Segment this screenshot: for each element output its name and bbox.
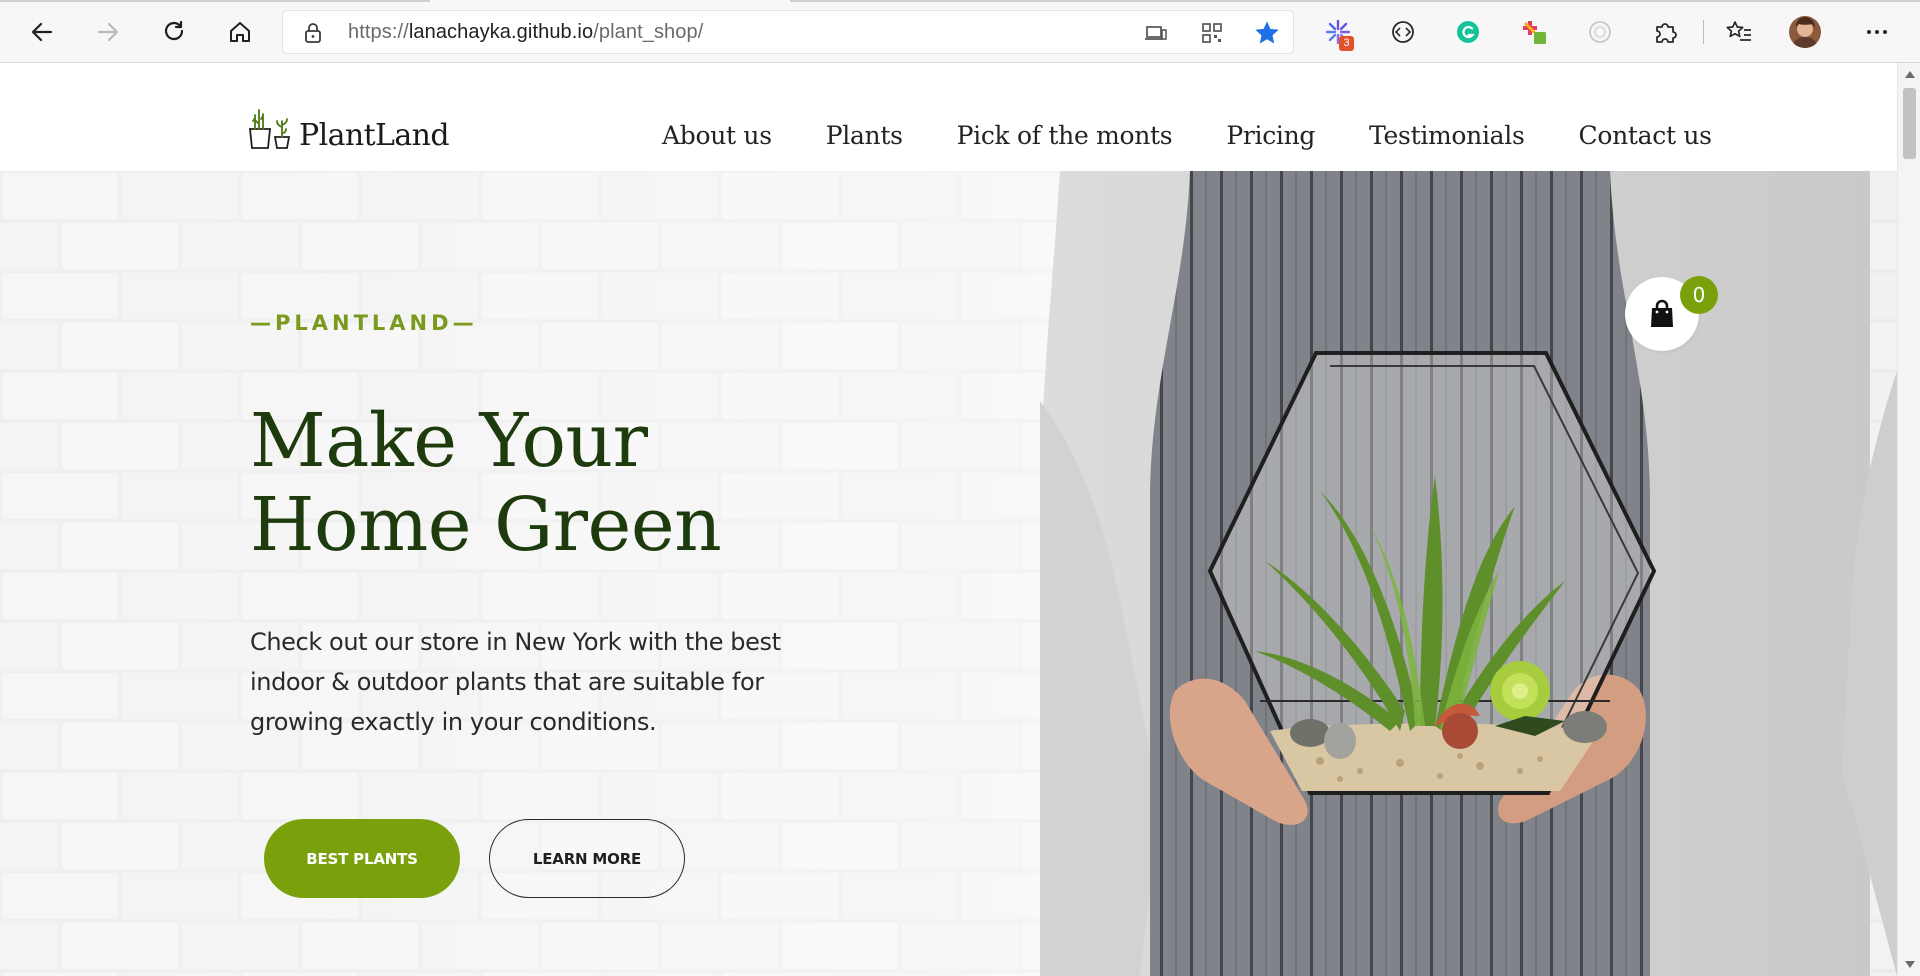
profile-button[interactable] (1788, 15, 1822, 49)
nav-link-pricing[interactable]: Pricing (1226, 121, 1315, 150)
scrollbar-thumb[interactable] (1903, 88, 1916, 159)
page-scrollbar[interactable] (1897, 63, 1920, 976)
puzzle-icon (1656, 23, 1677, 43)
plant-pots-logo-icon (249, 109, 291, 149)
cart-count-badge: 0 (1680, 276, 1718, 314)
more-dots-icon (1867, 30, 1887, 34)
scroll-down-arrow-icon[interactable] (1905, 961, 1915, 968)
lock-icon[interactable] (302, 21, 324, 45)
nav-link-plants[interactable]: Plants (826, 121, 903, 150)
tab-strip-edge (790, 0, 1920, 2)
code-circle-icon (1392, 21, 1414, 43)
page-viewport: PlantLand About us Plants Pick of the mo… (0, 63, 1897, 976)
nav-link-about[interactable]: About us (662, 121, 772, 150)
url-scheme: https:// (348, 21, 409, 43)
favorites-list-icon (1726, 21, 1751, 41)
hero-eyebrow: —PLANTLAND— (250, 311, 478, 335)
hero-description: Check out our store in New York with the… (250, 628, 781, 736)
disabled-extension-button[interactable] (1583, 15, 1617, 49)
scroll-up-arrow-icon[interactable] (1905, 71, 1915, 78)
home-button[interactable] (222, 14, 258, 50)
toolbar-divider (1703, 20, 1704, 44)
nav-link-pick-of-the-month[interactable]: Pick of the monts (957, 121, 1173, 150)
url-text[interactable]: https://lanachayka.github.io/plant_shop/ (348, 21, 703, 44)
main-nav: About us Plants Pick of the monts Pricin… (662, 121, 1766, 150)
url-path: /plant_shop/ (593, 21, 704, 43)
browser-toolbar: https://lanachayka.github.io/plant_shop/… (0, 0, 1920, 63)
forward-button[interactable] (90, 14, 126, 50)
puzzle-color-icon (1523, 21, 1546, 44)
address-bar[interactable]: https://lanachayka.github.io/plant_shop/ (282, 10, 1294, 54)
grammarly-icon (1457, 21, 1479, 43)
extensions-button[interactable] (1648, 15, 1682, 49)
hero-title-line-1: Make Your (250, 398, 648, 484)
qr-code-icon[interactable] (1200, 21, 1224, 45)
logo-text: PlantLand (299, 118, 450, 153)
terrarium-photo (1040, 171, 1897, 976)
avatar (1789, 16, 1821, 48)
refresh-button[interactable] (156, 14, 192, 50)
settings-more-button[interactable] (1860, 15, 1894, 49)
arrow-left-icon (31, 22, 53, 42)
hero-title: Make Your Home Green (250, 399, 950, 567)
home-icon (230, 22, 250, 42)
circle-extension-icon (1589, 21, 1611, 43)
favorite-star-icon[interactable] (1253, 19, 1281, 47)
url-host: lanachayka.github.io (408, 21, 594, 43)
learn-more-button[interactable]: LEARN MORE (489, 819, 685, 898)
arrow-right-icon (97, 22, 119, 42)
grammarly-button[interactable] (1451, 15, 1485, 49)
refresh-icon (164, 20, 184, 41)
hero-section: —PLANTLAND— Make Your Home Green Check o… (0, 171, 1897, 976)
nav-link-contact[interactable]: Contact us (1579, 121, 1712, 150)
favorites-button[interactable] (1722, 15, 1756, 49)
hero-title-line-2: Home Green (250, 482, 722, 568)
shopping-bag-icon (1651, 299, 1673, 327)
back-button[interactable] (24, 14, 60, 50)
tab-strip-edge (0, 0, 430, 2)
nav-link-testimonials[interactable]: Testimonials (1369, 121, 1525, 150)
reader-extension-button[interactable] (1386, 15, 1420, 49)
site-header: PlantLand About us Plants Pick of the mo… (0, 63, 1897, 171)
logo[interactable]: PlantLand (247, 107, 450, 153)
extension-badge: 3 (1339, 36, 1354, 51)
best-plants-button[interactable]: BEST PLANTS (264, 819, 460, 898)
color-extension-button[interactable] (1517, 15, 1551, 49)
app-available-icon[interactable] (1144, 21, 1168, 45)
